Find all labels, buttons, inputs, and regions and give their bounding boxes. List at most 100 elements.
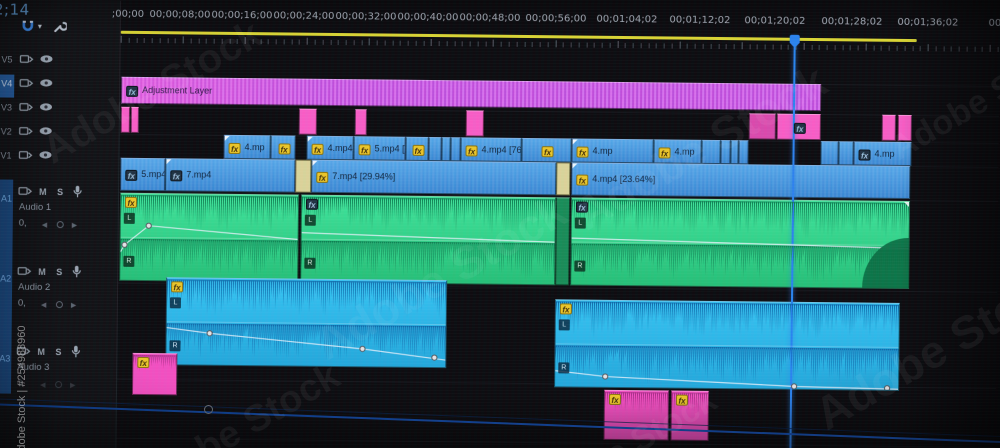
volume-keyframe[interactable] xyxy=(121,241,128,248)
audio-clip[interactable]: fx xyxy=(670,390,710,441)
video-clip[interactable]: fx xyxy=(776,113,821,141)
volume-keyframe[interactable] xyxy=(206,330,213,337)
track-label-v4[interactable]: V4 xyxy=(1,78,12,88)
video-clip-4.mp4-76.[interactable]: 4.mp4 [76. fx xyxy=(460,137,522,162)
video-clip[interactable] xyxy=(738,140,749,165)
sync-lock-icon[interactable] xyxy=(18,150,33,164)
snap-caret-icon[interactable]: ▾ xyxy=(38,22,42,31)
audio-clip[interactable]: fx xyxy=(603,389,670,441)
audio-clip[interactable]: L Rfx xyxy=(570,197,911,290)
time-ruler[interactable]: ;00;00 00;00;08;00 00;00;16;00 00;00;24;00 0… xyxy=(112,1,1000,54)
track-label-a1[interactable]: A1 xyxy=(1,193,12,203)
video-clip-5.mp4[interactable]: 5.mp4 [fx xyxy=(353,136,406,161)
video-clip[interactable] xyxy=(701,139,721,165)
video-clip-7.mp4[interactable]: 7.mp4 fx xyxy=(165,158,296,193)
video-clip[interactable] xyxy=(450,137,461,162)
volume-keyframe[interactable] xyxy=(790,383,798,390)
sync-lock-icon[interactable] xyxy=(19,54,34,68)
video-clip-4.mp4[interactable]: 4.mp4 [fx xyxy=(306,135,354,161)
solo-button[interactable]: S xyxy=(57,187,63,197)
volume-keyframe[interactable] xyxy=(431,354,438,361)
gain-increase-arrow[interactable]: ▶ xyxy=(70,381,75,389)
video-clip[interactable] xyxy=(748,113,776,140)
eye-icon[interactable] xyxy=(39,126,53,140)
volume-keyframe[interactable] xyxy=(602,373,609,380)
video-clip[interactable] xyxy=(354,109,367,136)
video-clip[interactable] xyxy=(881,114,896,141)
audio-clip[interactable]: fx xyxy=(131,352,178,396)
video-clip[interactable] xyxy=(130,106,139,133)
volume-keyframe[interactable] xyxy=(359,345,366,352)
audio-track-name[interactable]: Audio 3 xyxy=(17,362,49,373)
video-clip[interactable] xyxy=(730,140,739,165)
video-clip[interactable]: fx xyxy=(521,137,572,163)
gain-value[interactable]: 0, xyxy=(17,378,25,389)
mute-button[interactable]: M xyxy=(38,267,46,277)
track-label-v3[interactable]: V3 xyxy=(1,102,12,112)
video-clip[interactable]: fx xyxy=(405,136,429,161)
video-clip[interactable] xyxy=(897,114,912,142)
solo-button[interactable]: S xyxy=(55,347,61,357)
mic-icon[interactable] xyxy=(73,185,87,199)
video-clip-5.mp4[interactable]: 5.mp4 fx xyxy=(120,157,166,192)
video-clip-4.mp[interactable]: 4.mp fx xyxy=(853,141,912,167)
video-clip[interactable] xyxy=(720,140,731,165)
sync-lock-icon[interactable] xyxy=(19,126,33,140)
wrench-icon[interactable] xyxy=(52,19,67,33)
gain-knob[interactable] xyxy=(55,301,63,309)
eye-icon[interactable] xyxy=(38,150,52,164)
eye-icon[interactable] xyxy=(39,54,53,68)
volume-keyframe[interactable] xyxy=(145,222,152,229)
gain-decrease-arrow[interactable]: ◀ xyxy=(42,221,47,229)
eye-icon[interactable] xyxy=(39,102,53,116)
mute-button[interactable]: M xyxy=(37,347,45,357)
eye-icon[interactable] xyxy=(39,78,53,92)
video-clip[interactable] xyxy=(298,108,317,135)
video-clip-4.mp[interactable]: 4.mp fx xyxy=(223,134,271,160)
audio-clip[interactable] xyxy=(555,197,571,286)
gain-value[interactable]: 0, xyxy=(18,298,26,309)
track-label-v2[interactable]: V2 xyxy=(1,126,12,136)
audio-track-name[interactable]: Audio 2 xyxy=(18,282,50,293)
video-clip-4.mp[interactable]: 4.mp fx xyxy=(653,139,702,164)
gain-increase-arrow[interactable]: ▶ xyxy=(72,221,77,229)
track-label-a2[interactable]: A2 xyxy=(0,273,11,283)
gain-value[interactable]: 0, xyxy=(19,218,27,229)
track-label-v5[interactable]: V5 xyxy=(1,54,12,64)
gain-increase-arrow[interactable]: ▶ xyxy=(71,301,76,309)
video-clip-4.mp[interactable]: 4.mp fx xyxy=(571,138,654,164)
volume-keyframe[interactable] xyxy=(883,385,891,391)
track-label-v1[interactable]: V1 xyxy=(0,150,11,160)
video-clip[interactable] xyxy=(428,136,442,162)
video-clip[interactable] xyxy=(295,159,312,193)
audio-clip[interactable]: L Rfx xyxy=(119,192,300,283)
gain-knob[interactable] xyxy=(56,221,64,229)
audio-clip[interactable]: L Rfx xyxy=(165,277,448,369)
sync-lock-icon[interactable] xyxy=(17,266,32,280)
sync-lock-icon[interactable] xyxy=(19,78,34,92)
mic-icon[interactable] xyxy=(72,265,86,279)
solo-button[interactable]: S xyxy=(56,267,62,277)
track-label-a3[interactable]: A3 xyxy=(0,353,10,363)
video-clip[interactable] xyxy=(465,110,484,137)
video-clip[interactable] xyxy=(441,137,451,162)
gain-decrease-arrow[interactable]: ◀ xyxy=(40,381,45,389)
sync-lock-icon[interactable] xyxy=(16,346,31,360)
video-clip-7.mp4-29.94[interactable]: 7.mp4 [29.94%] fx xyxy=(311,159,557,196)
scrollbar-dot[interactable] xyxy=(204,405,213,414)
mute-button[interactable]: M xyxy=(39,187,47,197)
video-clip[interactable] xyxy=(556,162,571,196)
video-clip[interactable] xyxy=(838,141,854,166)
video-clip[interactable] xyxy=(120,106,130,133)
video-clip[interactable]: fx xyxy=(270,135,296,160)
mic-icon[interactable] xyxy=(71,345,85,359)
gain-knob[interactable] xyxy=(55,381,63,389)
snap-icon[interactable] xyxy=(22,20,36,34)
sync-lock-icon[interactable] xyxy=(19,102,33,116)
video-clip[interactable] xyxy=(820,141,839,166)
playhead-handle[interactable] xyxy=(789,34,800,43)
video-clip-4.mp4-23.64[interactable]: 4.mp4 [23.64%] fx xyxy=(571,162,911,200)
sync-lock-icon[interactable] xyxy=(18,186,33,200)
audio-clip[interactable]: L Rfx xyxy=(300,194,557,286)
gain-decrease-arrow[interactable]: ◀ xyxy=(41,301,46,309)
